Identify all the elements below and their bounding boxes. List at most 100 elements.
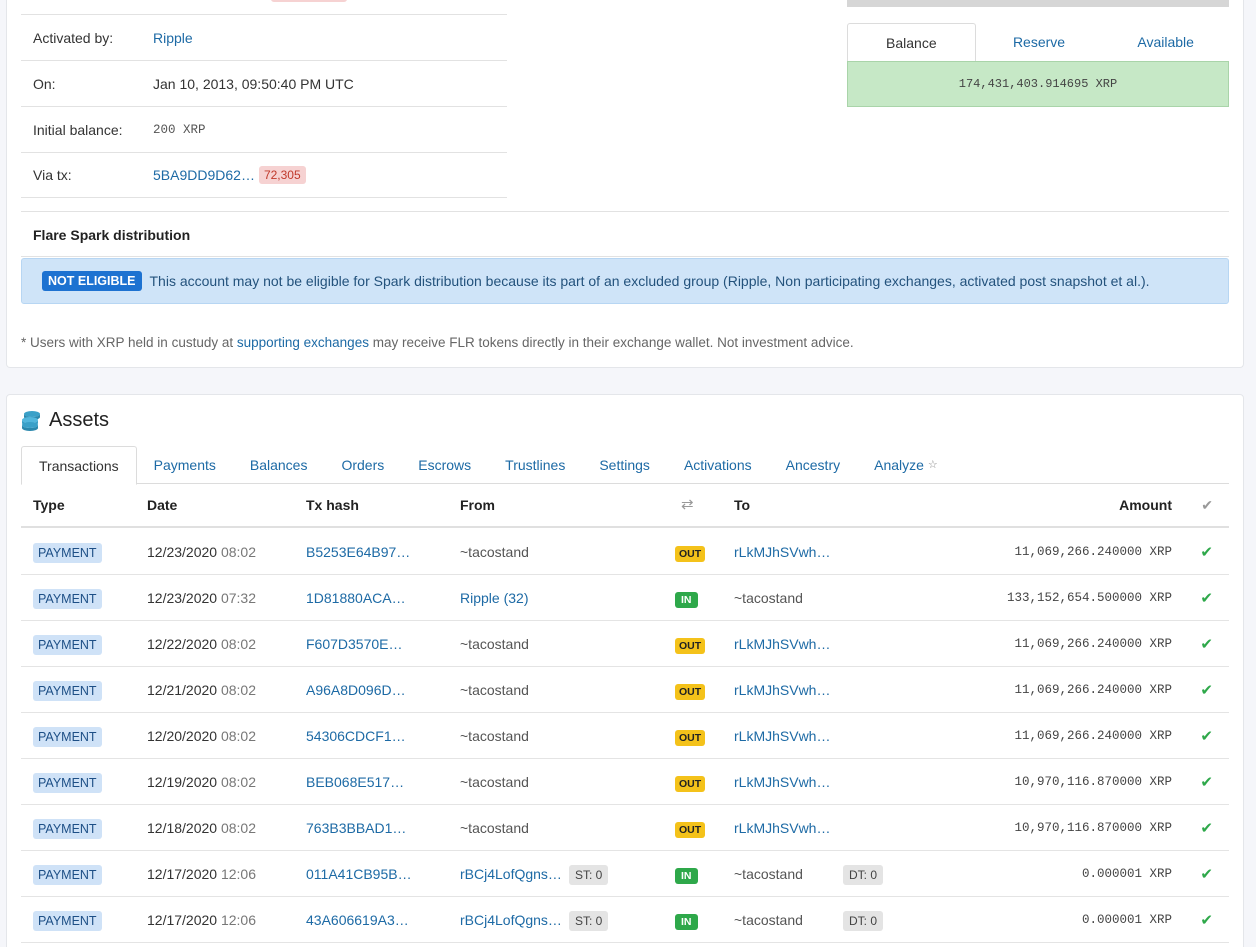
date-cell: 12/21/2020 08:02 bbox=[147, 682, 256, 698]
date-cell: 12/19/2020 08:02 bbox=[147, 774, 256, 790]
tab-ancestry[interactable]: Ancestry bbox=[769, 446, 857, 483]
section-divider bbox=[21, 256, 1229, 257]
tx-hash-link[interactable]: 763B3BBAD1… bbox=[306, 820, 406, 836]
date-value: 12/20/2020 bbox=[147, 727, 218, 744]
account-info-panel: Activated by: Ripple On: Jan 10, 2013, 0… bbox=[6, 0, 1244, 368]
tx-hash-link[interactable]: BEB068E517… bbox=[306, 774, 404, 790]
tx-hash-link[interactable]: B5253E64B97… bbox=[306, 544, 410, 560]
table-row[interactable]: PAYMENT 12/20/2020 08:02 54306CDCF1… ~tacos… bbox=[21, 713, 1229, 759]
supporting-exchanges-link[interactable]: supporting exchanges bbox=[237, 335, 369, 350]
direction-badge: IN bbox=[675, 867, 698, 884]
amount-value: 0.000001 XRP bbox=[1081, 866, 1172, 881]
flare-section-title: Flare Spark distribution bbox=[33, 227, 191, 243]
date-value: 12/18/2020 bbox=[147, 819, 218, 836]
to-account: ~tacostand bbox=[734, 865, 803, 882]
top-badge-fragment bbox=[271, 0, 347, 2]
type-badge: PAYMENT bbox=[33, 864, 102, 885]
time-value: 08:02 bbox=[220, 635, 257, 652]
col-amount: Amount bbox=[1119, 497, 1172, 513]
to-account-link[interactable]: rLkMJhSVwh… bbox=[734, 728, 830, 744]
table-row[interactable]: PAYMENT 12/17/2020 12:06 43A606619A3… rBCj4… bbox=[21, 897, 1229, 943]
tab-payments[interactable]: Payments bbox=[137, 446, 233, 483]
amount-value: 11,069,266.240000 XRP bbox=[1014, 728, 1172, 743]
not-eligible-alert: NOT ELIGIBLE This account may not be eli… bbox=[21, 258, 1229, 304]
to-account-link[interactable]: rLkMJhSVwh… bbox=[734, 544, 830, 560]
col-tx-hash: Tx hash bbox=[306, 497, 359, 513]
check-icon: ✔ bbox=[1200, 819, 1213, 837]
date-cell: 12/23/2020 07:32 bbox=[147, 590, 256, 606]
tx-hash-link[interactable]: A96A8D096D… bbox=[306, 682, 406, 698]
table-row[interactable]: PAYMENT 12/22/2020 08:02 F607D3570E… ~tacos… bbox=[21, 621, 1229, 667]
assets-panel: Assets Transactions Payments Balances Or… bbox=[6, 394, 1244, 947]
from-account: ~tacostand bbox=[460, 635, 529, 652]
type-badge: PAYMENT bbox=[33, 542, 102, 563]
from-account: ~tacostand bbox=[460, 819, 529, 836]
tab-activations[interactable]: Activations bbox=[667, 446, 769, 483]
initial-balance-value: 200 XRP bbox=[153, 122, 206, 137]
tx-hash-link[interactable]: 43A606619A3… bbox=[306, 912, 409, 928]
tab-balance[interactable]: Balance bbox=[847, 23, 976, 61]
check-icon: ✔ bbox=[1200, 865, 1213, 883]
activated-by-link[interactable]: Ripple bbox=[153, 30, 193, 46]
table-row[interactable]: PAYMENT 12/21/2020 08:02 A96A8D096D… ~tacos… bbox=[21, 667, 1229, 713]
table-row[interactable]: PAYMENT 12/17/2020 12:06 011A41CB95B… rBCj4… bbox=[21, 851, 1229, 897]
via-tx-link[interactable]: 5BA9DD9D62… bbox=[153, 167, 255, 183]
time-value: 08:02 bbox=[220, 681, 257, 698]
amount-value: 133,152,654.500000 XRP bbox=[1006, 590, 1172, 605]
tab-settings[interactable]: Settings bbox=[582, 446, 667, 483]
tab-orders[interactable]: Orders bbox=[324, 446, 401, 483]
from-account-link[interactable]: rBCj4LofQgns… bbox=[460, 912, 562, 928]
tx-hash-link[interactable]: 54306CDCF1… bbox=[306, 728, 406, 744]
date-value: 12/17/2020 bbox=[147, 911, 218, 928]
check-icon: ✔ bbox=[1200, 635, 1213, 653]
footnote-prefix: * Users with XRP held in custudy at bbox=[21, 335, 237, 350]
to-account-link[interactable]: rLkMJhSVwh… bbox=[734, 774, 830, 790]
date-value: 12/23/2020 bbox=[147, 589, 218, 606]
info-row-activated-by: Activated by: Ripple bbox=[21, 14, 507, 60]
from-account: ~tacostand bbox=[460, 773, 529, 790]
tab-balances[interactable]: Balances bbox=[233, 446, 325, 483]
type-badge: PAYMENT bbox=[33, 726, 102, 747]
amount-value: 10,970,116.870000 XRP bbox=[1014, 774, 1172, 789]
direction-badge: OUT bbox=[675, 775, 706, 792]
balance-box: Balance Reserve Available 174,431,403.91… bbox=[847, 0, 1229, 107]
date-value: 12/17/2020 bbox=[147, 865, 218, 882]
star-icon: ☆ bbox=[927, 459, 938, 471]
direction-badge: IN bbox=[675, 591, 698, 608]
assets-tabs: Transactions Payments Balances Orders Es… bbox=[21, 446, 1229, 485]
tx-hash-link[interactable]: 1D81880ACA… bbox=[306, 590, 406, 606]
time-value: 12:06 bbox=[220, 911, 257, 928]
to-account-link[interactable]: rLkMJhSVwh… bbox=[734, 682, 830, 698]
table-row[interactable]: PAYMENT 12/19/2020 08:02 BEB068E517… ~tacos… bbox=[21, 759, 1229, 805]
date-cell: 12/18/2020 08:02 bbox=[147, 820, 256, 836]
table-row[interactable]: PAYMENT 12/18/2020 08:02 763B3BBAD1… ~tacos… bbox=[21, 805, 1229, 851]
tab-transactions[interactable]: Transactions bbox=[21, 446, 137, 485]
direction-badge: OUT bbox=[675, 545, 706, 562]
table-row[interactable]: PAYMENT 12/23/2020 08:02 B5253E64B97… ~taco… bbox=[21, 529, 1229, 575]
from-account-link[interactable]: Ripple (32) bbox=[460, 590, 528, 606]
col-date: Date bbox=[147, 497, 178, 513]
balance-tabs: Balance Reserve Available bbox=[847, 23, 1229, 61]
to-account: ~tacostand bbox=[734, 911, 803, 928]
tab-trustlines[interactable]: Trustlines bbox=[488, 446, 582, 483]
tab-reserve[interactable]: Reserve bbox=[976, 23, 1103, 61]
time-value: 08:02 bbox=[220, 819, 257, 836]
col-type: Type bbox=[33, 497, 65, 513]
to-account-link[interactable]: rLkMJhSVwh… bbox=[734, 636, 830, 652]
date-value: 12/19/2020 bbox=[147, 773, 218, 790]
tx-hash-link[interactable]: 011A41CB95B… bbox=[306, 866, 412, 882]
alert-message: This account may not be eligible for Spa… bbox=[149, 273, 1150, 289]
tab-available[interactable]: Available bbox=[1102, 23, 1229, 61]
tx-hash-link[interactable]: F607D3570E… bbox=[306, 636, 403, 652]
not-eligible-badge: NOT ELIGIBLE bbox=[42, 271, 142, 291]
time-value: 08:02 bbox=[220, 727, 257, 744]
time-value: 12:06 bbox=[220, 865, 257, 882]
from-account-link[interactable]: rBCj4LofQgns… bbox=[460, 866, 562, 882]
tab-escrows[interactable]: Escrows bbox=[401, 446, 488, 483]
time-value: 08:02 bbox=[220, 773, 257, 790]
to-account-link[interactable]: rLkMJhSVwh… bbox=[734, 820, 830, 836]
table-row[interactable]: PAYMENT 12/23/2020 07:32 1D81880ACA… Ripple… bbox=[21, 575, 1229, 621]
tab-analyze[interactable]: Analyze ☆ bbox=[857, 446, 955, 483]
balance-bar bbox=[847, 0, 1229, 7]
to-account: ~tacostand bbox=[734, 589, 803, 606]
